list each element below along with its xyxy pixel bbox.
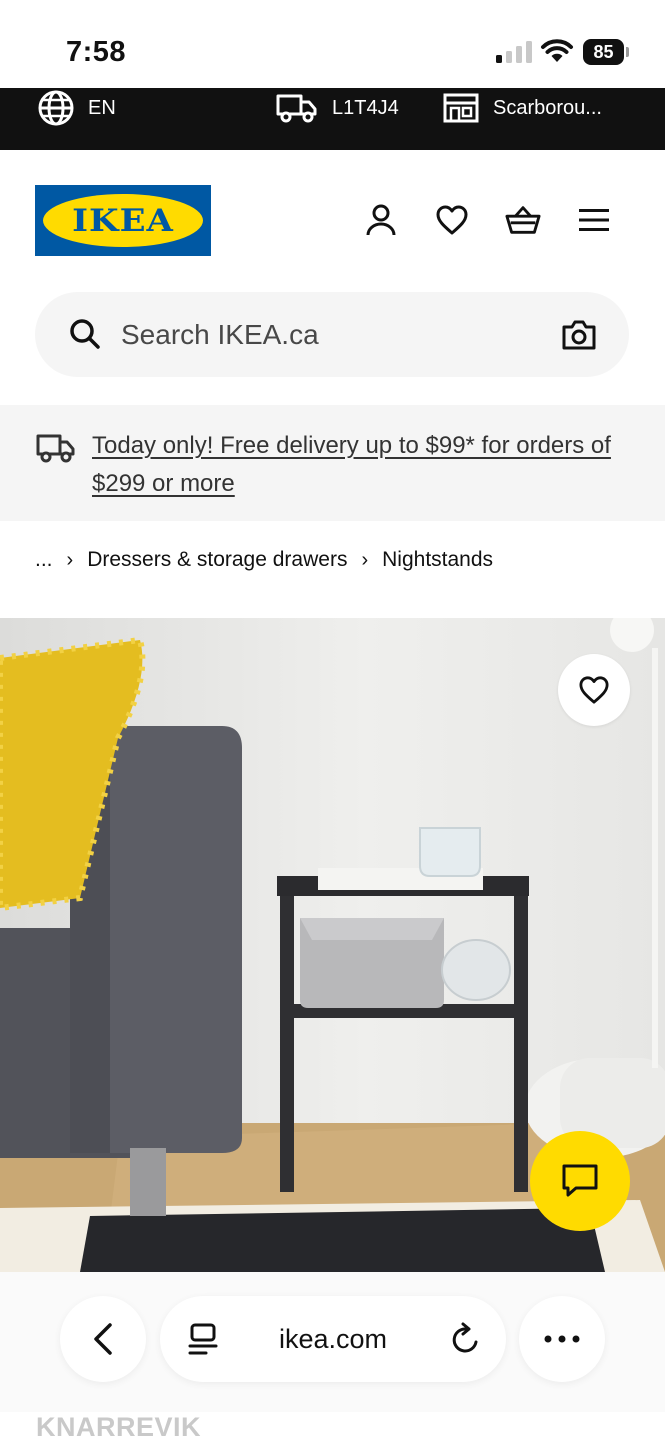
chevron-right-icon: › (66, 548, 74, 571)
browser-toolbar: ikea.com (0, 1272, 665, 1412)
browser-back-button[interactable] (60, 1296, 146, 1382)
heart-icon (579, 676, 609, 704)
address-bar[interactable]: ikea.com (160, 1296, 506, 1382)
breadcrumb-item-dressers[interactable]: Dressers & storage drawers (87, 548, 347, 572)
basket-icon (505, 206, 541, 234)
chat-icon (562, 1164, 598, 1197)
heart-icon (436, 205, 468, 235)
breadcrumb: ... › Dressers & storage drawers › Night… (35, 545, 493, 575)
search-input[interactable] (121, 312, 541, 358)
browser-more-button[interactable] (519, 1296, 605, 1382)
user-icon (366, 204, 396, 236)
battery-indicator: 85 (583, 39, 629, 65)
postal-code-label: L1T4J4 (332, 96, 399, 119)
logo-text: IKEA (72, 202, 174, 239)
account-button[interactable] (363, 202, 399, 238)
camera-icon[interactable] (561, 319, 597, 351)
signal-icon (496, 41, 532, 63)
breadcrumb-item-nightstands[interactable]: Nightstands (382, 548, 493, 572)
search-bar (35, 292, 629, 377)
ikea-logo[interactable]: IKEA (35, 185, 211, 256)
chevron-left-icon (94, 1323, 112, 1355)
truck-icon (276, 94, 317, 123)
language-label: EN (88, 96, 116, 119)
store-selector[interactable]: Scarborou... (443, 88, 602, 128)
chat-button[interactable] (530, 1131, 630, 1231)
globe-icon (38, 90, 74, 126)
chevron-right-icon: › (361, 548, 369, 571)
status-bar: 7:58 85 (0, 0, 665, 88)
promo-banner: Today only! Free delivery up to $99* for… (0, 405, 665, 521)
search-icon (70, 319, 100, 349)
product-name: KNARREVIK (36, 1412, 202, 1440)
menu-button[interactable] (576, 202, 612, 238)
promo-link[interactable]: Today only! Free delivery up to $99* for… (92, 427, 612, 503)
store-icon (443, 93, 479, 123)
favourites-button[interactable] (434, 202, 470, 238)
delivery-truck-icon (36, 434, 75, 463)
language-selector[interactable]: EN (38, 88, 116, 128)
basket-button[interactable] (505, 202, 541, 238)
postal-code-selector[interactable]: L1T4J4 (276, 88, 399, 128)
tabs-icon[interactable] (188, 1322, 218, 1356)
top-utility-bar: EN L1T4J4 Scarborou... (0, 88, 665, 150)
breadcrumb-ellipsis[interactable]: ... (35, 548, 53, 572)
wifi-icon (541, 39, 573, 62)
status-time: 7:58 (66, 36, 127, 68)
site-header: IKEA (0, 150, 665, 290)
save-to-favourites-button[interactable] (558, 654, 630, 726)
more-icon (544, 1335, 580, 1343)
menu-icon (579, 209, 609, 231)
battery-level: 85 (583, 39, 624, 65)
store-label: Scarborou... (493, 96, 602, 119)
battery-cap (626, 47, 629, 57)
reload-icon[interactable] (450, 1322, 482, 1356)
logo-oval: IKEA (43, 194, 203, 247)
